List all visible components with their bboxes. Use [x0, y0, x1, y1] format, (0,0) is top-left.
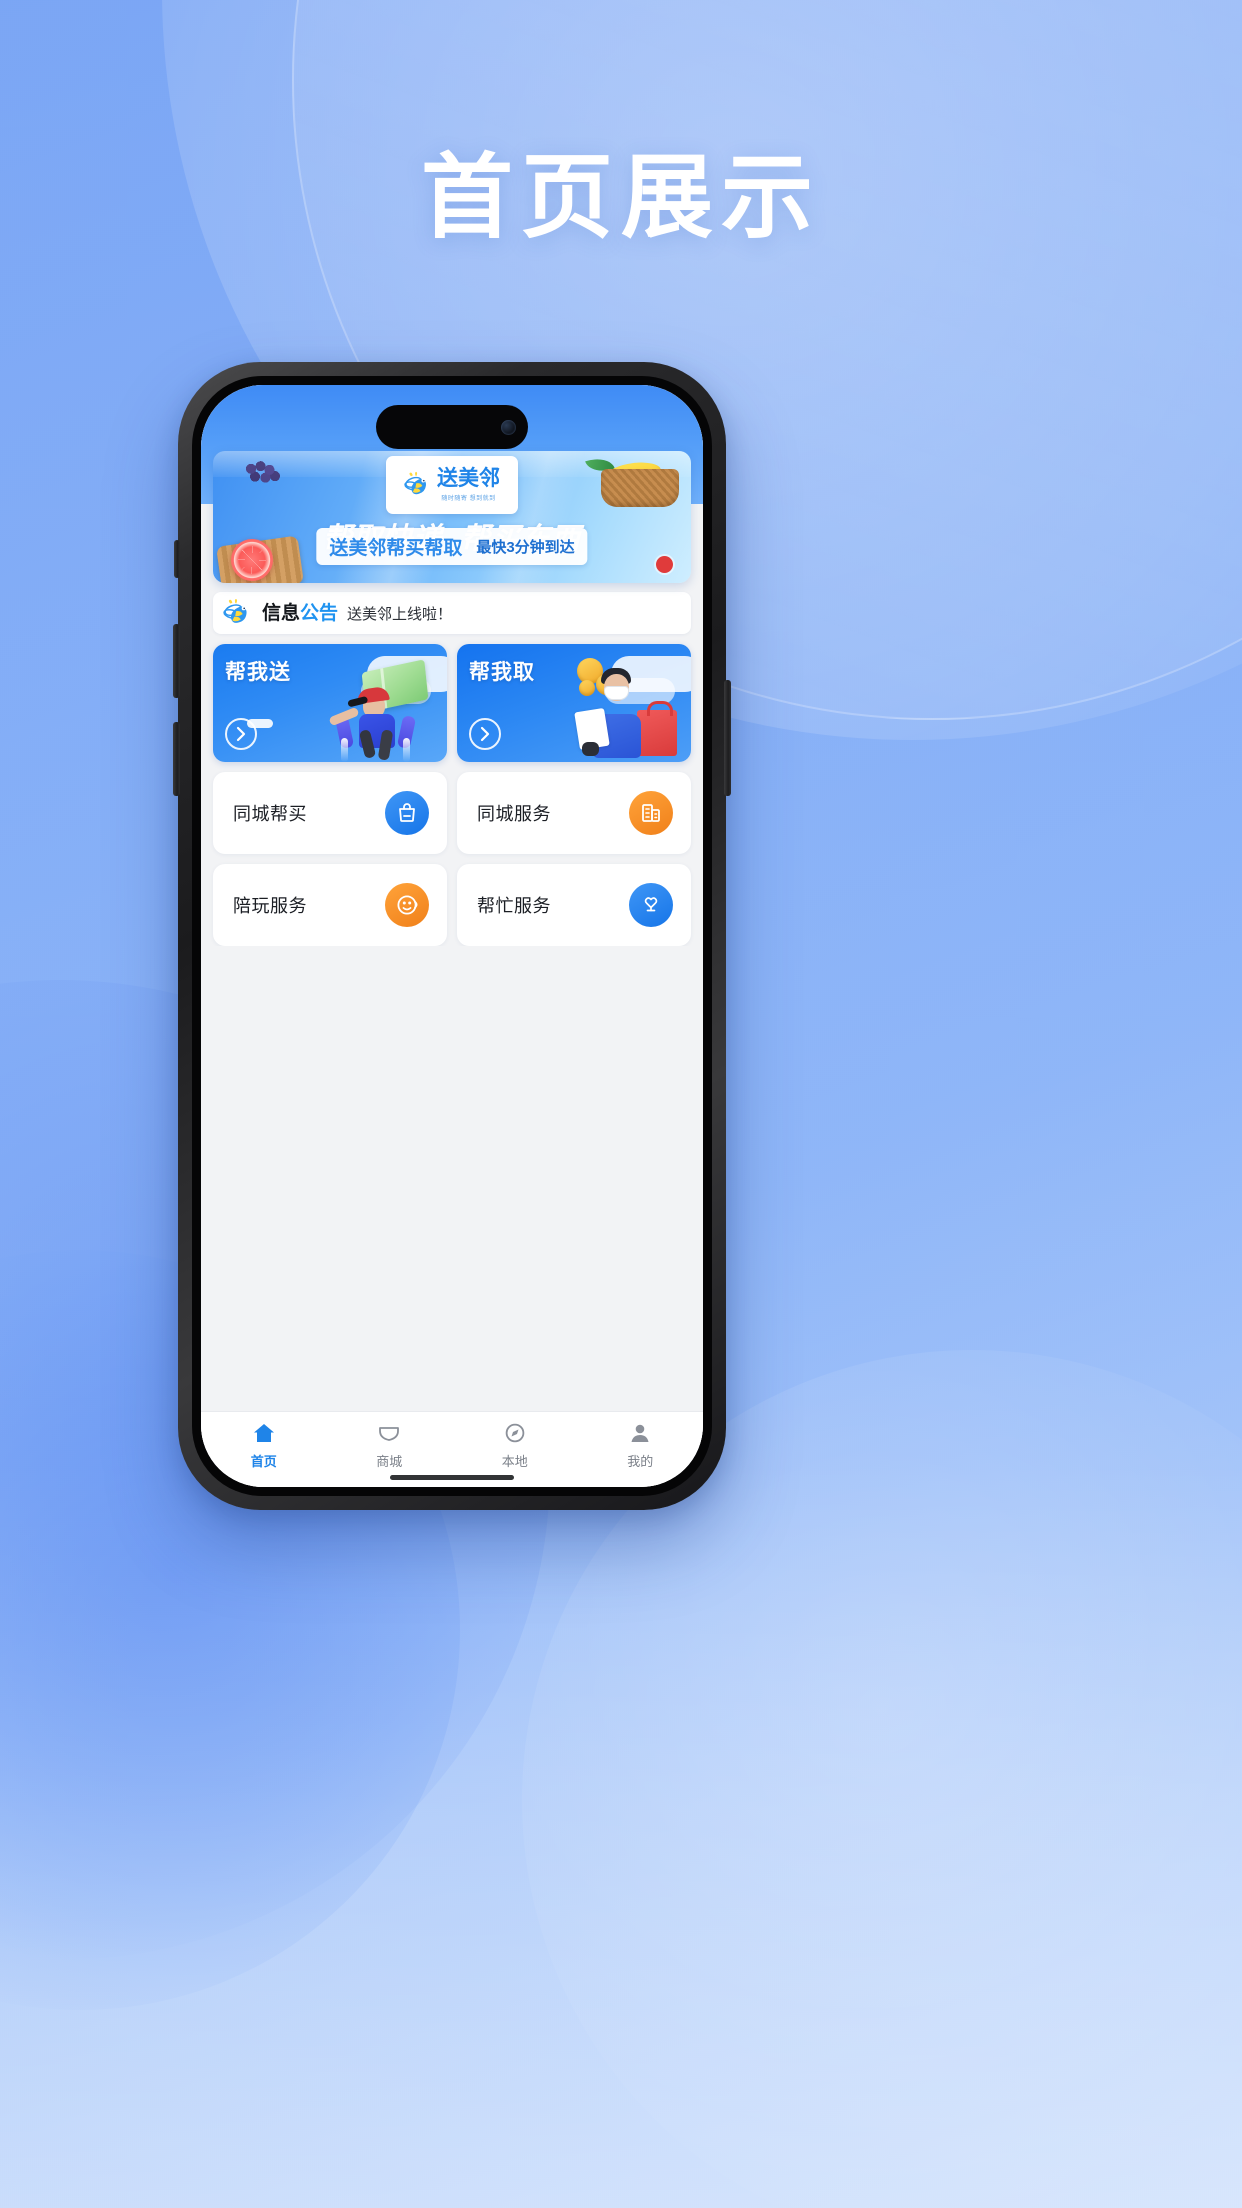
bee-icon: [223, 598, 253, 628]
phone-volume-down-button[interactable]: [173, 722, 180, 796]
phone-mockup: 送美邻 随时随寄 想到就到 帮取快递帮买东西 送美邻帮买帮取 最快3分钟到达: [173, 362, 731, 1510]
hero-subtitle-right: 最快3分钟到达: [476, 539, 575, 556]
tab-home[interactable]: 首页: [201, 1420, 327, 1470]
app-logo-tagline: 随时随寄 想到就到: [441, 495, 496, 502]
phone-screen: 送美邻 随时随寄 想到就到 帮取快递帮买东西 送美邻帮买帮取 最快3分钟到达: [201, 385, 703, 1487]
red-dot-icon: [656, 556, 673, 573]
announcement-bar[interactable]: 信息公告 送美邻上线啦！: [213, 592, 691, 634]
service-item-city-buy[interactable]: 同城帮买: [213, 772, 447, 854]
tab-label: 我的: [627, 1454, 654, 1469]
hero-banner[interactable]: 送美邻 随时随寄 想到就到 帮取快递帮买东西 送美邻帮买帮取 最快3分钟到达: [213, 451, 691, 583]
card-title: 帮我送: [225, 661, 291, 684]
chevron-right-circle-icon[interactable]: [225, 718, 257, 750]
phone-volume-up-button[interactable]: [173, 624, 180, 698]
hero-subtitle-pill: 送美邻帮买帮取 最快3分钟到达: [316, 528, 588, 565]
tab-local[interactable]: 本地: [452, 1420, 578, 1470]
berries-decoration: [243, 461, 283, 487]
card-help-me-fetch[interactable]: 帮我取: [457, 644, 691, 762]
bananas-basket-decoration: [585, 453, 687, 511]
page-title: 首页展示: [420, 147, 821, 249]
building-icon: [629, 791, 673, 835]
content-empty-area: [201, 946, 703, 1411]
service-label: 同城帮买: [233, 804, 307, 824]
shopping-bag-icon: [385, 791, 429, 835]
app-root: 送美邻 随时随寄 想到就到 帮取快递帮买东西 送美邻帮买帮取 最快3分钟到达: [201, 385, 703, 1487]
tab-store[interactable]: 商城: [327, 1420, 453, 1470]
notice-section: 信息公告 送美邻上线啦！: [201, 583, 703, 634]
service-label: 陪玩服务: [233, 896, 307, 916]
home-indicator: [390, 1475, 514, 1480]
service-item-help-service[interactable]: 帮忙服务: [457, 864, 691, 946]
app-logo-badge: 送美邻 随时随寄 想到就到: [386, 456, 518, 514]
person-icon: [626, 1420, 654, 1446]
compass-icon: [501, 1420, 529, 1446]
front-camera-icon: [501, 419, 516, 435]
card-title: 帮我取: [469, 661, 535, 684]
glove-icon: [582, 742, 599, 756]
service-label: 帮忙服务: [477, 896, 551, 916]
game-face-icon: [385, 883, 429, 927]
chevron-right-circle-icon[interactable]: [469, 718, 501, 750]
phone-bezel: 送美邻 随时随寄 想到就到 帮取快递帮买东西 送美邻帮买帮取 最快3分钟到达: [192, 376, 712, 1496]
primary-action-cards: 帮我送 帮我取: [201, 634, 703, 762]
tab-profile[interactable]: 我的: [578, 1420, 704, 1470]
phone-silence-switch[interactable]: [174, 540, 180, 578]
tab-label: 首页: [250, 1454, 277, 1469]
jet-flame-icon: [403, 738, 410, 762]
hero-subtitle-left: 送美邻帮买帮取: [329, 538, 463, 559]
service-label: 同城服务: [477, 804, 551, 824]
announcement-tag: 信息公告: [262, 604, 338, 623]
tab-label: 本地: [501, 1454, 528, 1469]
home-icon: [250, 1420, 278, 1446]
phone-power-button[interactable]: [724, 680, 731, 796]
card-help-me-send[interactable]: 帮我送: [213, 644, 447, 762]
service-item-city-service[interactable]: 同城服务: [457, 772, 691, 854]
handshake-heart-icon: [629, 883, 673, 927]
store-icon: [375, 1420, 403, 1446]
service-grid: 同城帮买 同城服务 陪玩服务 帮忙服务: [201, 762, 703, 946]
announcement-message: 送美邻上线啦！: [347, 605, 453, 623]
basket-icon: [601, 469, 679, 507]
announcement-tag-blue: 公告: [300, 602, 339, 624]
shopping-bag-illustration: [637, 701, 677, 756]
jet-flame-icon: [341, 738, 348, 762]
face-mask-icon: [604, 686, 629, 700]
service-item-play-companion[interactable]: 陪玩服务: [213, 864, 447, 946]
announcement-tag-black: 信息: [262, 602, 301, 624]
dynamic-island: [376, 405, 528, 449]
app-logo-name: 送美邻: [437, 467, 500, 491]
bee-icon: [404, 471, 432, 499]
tab-label: 商城: [376, 1454, 403, 1469]
hero-banner-section: 送美邻 随时随寄 想到就到 帮取快递帮买东西 送美邻帮买帮取 最快3分钟到达: [201, 451, 703, 583]
